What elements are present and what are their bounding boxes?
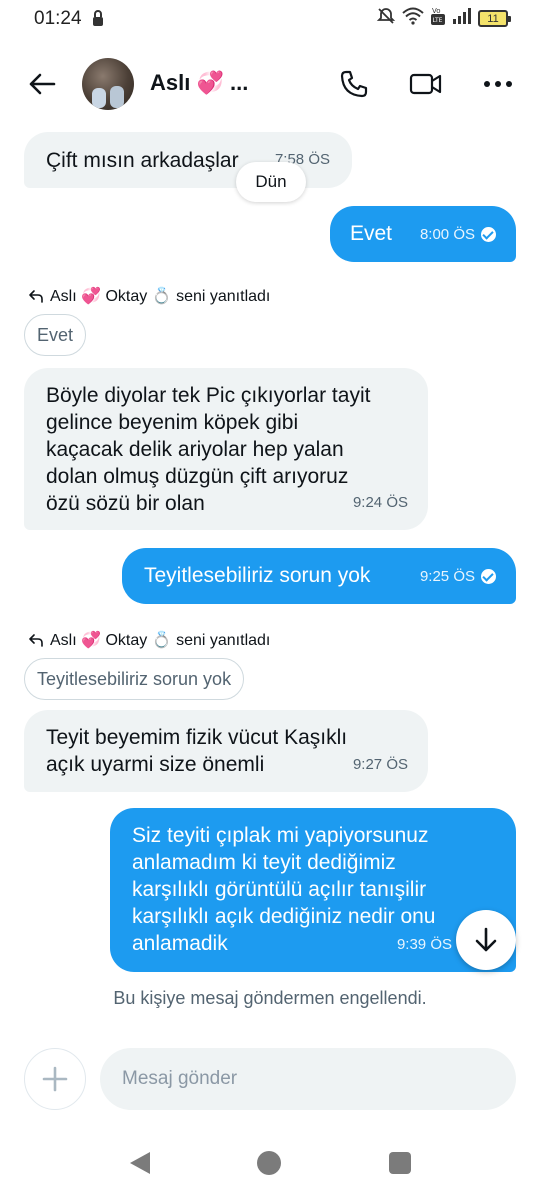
lock-icon — [92, 9, 104, 32]
volte-icon: Vo LTE — [430, 6, 446, 31]
arrow-down-icon — [475, 927, 497, 952]
reply-header-text: Aslı 💞 Oktay 💍 seni yanıtladı — [50, 632, 271, 649]
reply-header: Aslı 💞 Oktay 💍 seni yanıtladı — [28, 630, 270, 650]
quoted-message[interactable]: Teyitlesebiliriz sorun yok — [24, 658, 245, 700]
message-time: 9:39 ÖS — [396, 936, 452, 953]
message-text: Çift mısın arkadaşlar — [46, 149, 239, 172]
system-nav-bar — [0, 1130, 540, 1200]
message-text: Teyit beyemim fizik vücut Kaşıklı açık u… — [46, 726, 348, 776]
message-time: 9:25 ÖS — [420, 563, 496, 590]
reply-arrow-icon — [29, 290, 43, 303]
plus-icon — [42, 1066, 68, 1092]
video-camera-icon — [409, 73, 442, 95]
nav-recents-icon[interactable] — [389, 1152, 411, 1174]
message-time: 9:27 ÖS — [352, 756, 408, 773]
read-check-icon — [481, 569, 496, 584]
read-check-icon — [481, 227, 496, 242]
more-button[interactable] — [480, 66, 516, 102]
more-icon — [484, 81, 512, 87]
message-time: 8:00 ÖS — [420, 221, 496, 248]
message-text: Evet — [350, 222, 393, 245]
message-outgoing[interactable]: Teyitlesebiliriz sorun yok 9:25 ÖS — [122, 548, 516, 604]
blocked-notice: Bu kişiye mesaj göndermen engellendi. — [113, 988, 427, 1008]
add-attachment-button[interactable] — [24, 1048, 86, 1110]
message-outgoing[interactable]: Siz teyiti çıplak mi yapiyorsunuz anlama… — [110, 808, 516, 972]
message-text: Siz teyiti çıplak mi yapiyorsunuz anlama… — [132, 824, 436, 955]
day-separator: Dün — [236, 162, 306, 202]
mute-icon — [376, 6, 396, 31]
message-input[interactable] — [100, 1048, 516, 1110]
reply-arrow-icon — [29, 634, 43, 647]
message-text: Teyitlesebiliriz sorun yok — [144, 564, 371, 587]
message-outgoing[interactable]: Evet 8:00 ÖS — [330, 206, 516, 262]
message-list[interactable]: Çift mısın arkadaşlar 7:58 ÖS Dün Evet 8… — [0, 118, 540, 1028]
phone-icon — [340, 70, 368, 98]
reply-header: Aslı 💞 Oktay 💍 seni yanıtladı — [28, 286, 270, 306]
status-time: 01:24 — [34, 8, 82, 29]
scroll-to-bottom-button[interactable] — [456, 910, 516, 970]
battery-icon: 11 — [478, 10, 511, 27]
battery-level: 11 — [487, 12, 499, 25]
back-button[interactable] — [24, 66, 60, 102]
composer — [0, 1040, 540, 1120]
signal-icon — [452, 7, 472, 30]
wifi-icon — [402, 7, 424, 30]
message-time: 9:24 ÖS — [352, 494, 408, 511]
nav-home-icon[interactable] — [257, 1151, 281, 1175]
contact-name[interactable]: Aslı 💞 ... — [150, 70, 248, 96]
svg-text:LTE: LTE — [433, 17, 443, 24]
status-bar: 01:24 Vo LTE 11 — [0, 0, 540, 40]
message-incoming[interactable]: Böyle diyolar tek Pic çıkıyorlar tayit g… — [24, 368, 428, 530]
back-arrow-icon — [29, 73, 56, 95]
call-button[interactable] — [336, 66, 372, 102]
avatar[interactable] — [82, 58, 134, 110]
nav-back-icon[interactable] — [128, 1150, 152, 1176]
message-text: Böyle diyolar tek Pic çıkıyorlar tayit g… — [46, 384, 371, 515]
conversation-header: Aslı 💞 ... — [0, 50, 540, 118]
quoted-message[interactable]: Evet — [24, 314, 87, 356]
svg-text:Vo: Vo — [432, 7, 441, 15]
reply-header-text: Aslı 💞 Oktay 💍 seni yanıtladı — [50, 288, 271, 305]
message-incoming[interactable]: Teyit beyemim fizik vücut Kaşıklı açık u… — [24, 710, 428, 792]
video-call-button[interactable] — [408, 66, 444, 102]
